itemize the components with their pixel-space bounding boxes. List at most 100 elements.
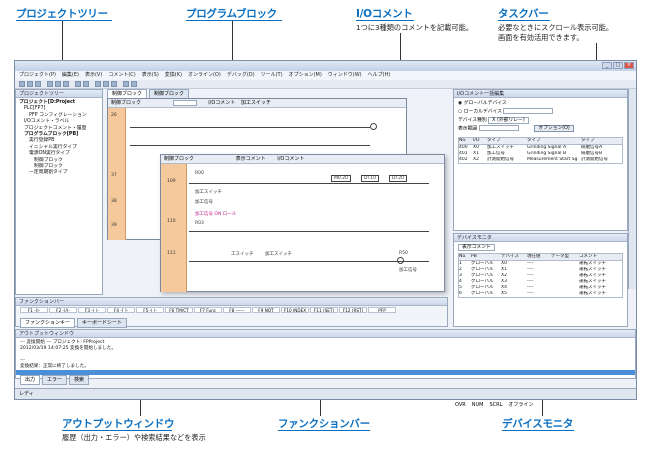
table-row[interactable]: 402 X2 計測開始信号 Measurement Start Sg 計測開始信… bbox=[459, 157, 622, 163]
open-icon[interactable] bbox=[27, 81, 33, 87]
callout-function-bar: ファンクションバー bbox=[278, 418, 370, 430]
redo-icon[interactable] bbox=[83, 81, 89, 87]
menu-edit[interactable]: 編集(E) bbox=[62, 71, 79, 80]
function-key-f5[interactable]: F5 -| |- bbox=[136, 307, 164, 313]
ladder-back-io-value[interactable]: 加工スイッチ bbox=[241, 100, 271, 106]
function-key-pfp[interactable]: PFP bbox=[368, 307, 396, 313]
project-tree-header: プロジェクトツリー bbox=[16, 90, 102, 98]
tab-search[interactable]: 検索 bbox=[69, 375, 90, 385]
io-cell[interactable]: Measurement Start Sg bbox=[527, 157, 581, 163]
monitor-icon[interactable] bbox=[111, 81, 117, 87]
radio-local-icon[interactable]: ○ bbox=[458, 110, 462, 115]
side-taskbar[interactable] bbox=[628, 89, 636, 289]
ladder-back-coil-1[interactable] bbox=[370, 123, 377, 130]
ladder-front-coil[interactable] bbox=[397, 257, 404, 264]
function-key-f8[interactable]: F8 ------ bbox=[223, 307, 251, 313]
minimize-button[interactable]: _ bbox=[602, 62, 612, 69]
magenta-comment: 加工信号 ON ロール bbox=[195, 212, 237, 217]
menu-view[interactable]: 表示(V) bbox=[85, 71, 102, 80]
function-key-f4[interactable]: F4 -[ ]- bbox=[107, 307, 135, 313]
radio-global-icon[interactable]: ◉ bbox=[458, 101, 462, 106]
status-ovr: OVR bbox=[455, 402, 466, 408]
ladder-front-line-1 bbox=[189, 183, 429, 184]
output-window-header: アウトプットウィンドウ bbox=[16, 330, 635, 338]
option-button[interactable]: オプション(O) bbox=[534, 125, 574, 132]
device-comment-select[interactable]: 表示コメント bbox=[458, 244, 495, 251]
function-key-f12[interactable]: F12 (RST) bbox=[339, 307, 367, 313]
zoom-icon[interactable] bbox=[131, 81, 137, 87]
function-key-grid: F1 -||- F2 -|/|- F3 -( )- F4 -[ ]- F5 -|… bbox=[20, 307, 396, 313]
ladder-front-comment-select[interactable]: 表示コメント bbox=[236, 156, 266, 162]
local-device-select[interactable] bbox=[503, 108, 554, 114]
function-key-f11[interactable]: F11 (SET) bbox=[310, 307, 338, 313]
search-icon[interactable] bbox=[123, 81, 129, 87]
save-icon[interactable] bbox=[35, 81, 41, 87]
undo-icon[interactable] bbox=[75, 81, 81, 87]
dev-cell: グローバル bbox=[471, 291, 494, 296]
compile-icon[interactable] bbox=[95, 81, 101, 87]
contact-switch-2[interactable]: 工スイッチ bbox=[231, 251, 254, 257]
box-dt20[interactable]: DT20 bbox=[389, 175, 407, 182]
cut-icon[interactable] bbox=[47, 81, 53, 87]
maximize-button[interactable]: □ bbox=[613, 62, 623, 69]
contact-r00[interactable]: R00 bbox=[195, 171, 204, 176]
menu-options[interactable]: オプション(M) bbox=[289, 71, 322, 80]
display-range-select[interactable] bbox=[478, 124, 519, 131]
table-row[interactable]: 6 グローバル X5 ---- 運転スイッチ bbox=[459, 291, 622, 297]
box-dt10[interactable]: DT10 bbox=[361, 175, 379, 182]
contact-process-switch[interactable]: 加工スイッチ bbox=[195, 189, 222, 195]
output-window: アウトプットウィンドウ --- 変換開始 --- プロジェクト: FPProje… bbox=[15, 329, 636, 385]
menu-display[interactable]: 表示(S) bbox=[142, 71, 159, 80]
output-selection-band bbox=[16, 370, 635, 375]
tab-function-keys[interactable]: ファンクションキー bbox=[20, 318, 76, 328]
device-type-select[interactable]: X (外部リレー) bbox=[488, 116, 529, 124]
callout-output-window: アウトプットウィンドウ bbox=[62, 418, 175, 430]
tree-item-periodic[interactable]: 一定周期割タイプ bbox=[19, 170, 99, 176]
box-m020[interactable]: M0.20 bbox=[331, 175, 351, 182]
dev-cell[interactable]: X5 bbox=[501, 291, 527, 297]
rung-number-37: 37 bbox=[111, 173, 117, 178]
output-process-signal[interactable]: 加工信号 bbox=[399, 267, 417, 273]
function-key-f3[interactable]: F3 -( )- bbox=[78, 307, 106, 313]
tab-output[interactable]: 出力 bbox=[20, 375, 41, 385]
output-log: --- 変換開始 --- プロジェクト: FPProject 2012/03/1… bbox=[16, 338, 635, 372]
menu-debug[interactable]: デバッグ(D) bbox=[227, 71, 255, 80]
menu-project[interactable]: プロジェクト(P) bbox=[19, 71, 56, 80]
menu-window[interactable]: ウィンドウ(W) bbox=[328, 71, 362, 80]
function-key-f1[interactable]: F1 -||- bbox=[20, 307, 48, 313]
menu-online[interactable]: オンライン(O) bbox=[188, 71, 221, 80]
contact-switch-3[interactable]: 加工スイッチ bbox=[265, 251, 292, 257]
menu-comment[interactable]: コメント(C) bbox=[108, 71, 135, 80]
contact-r50[interactable]: R50 bbox=[399, 251, 408, 256]
app-window: _ □ × プロジェクト(P) 編集(E) 表示(V) コメント(C) 表示(S… bbox=[14, 60, 637, 408]
io-cell[interactable]: 計測開始信号 bbox=[581, 157, 621, 163]
paste-icon[interactable] bbox=[63, 81, 69, 87]
function-key-f7[interactable]: F7 Func bbox=[194, 307, 222, 313]
menu-convert[interactable]: 変換(K) bbox=[165, 71, 182, 80]
function-key-f10[interactable]: F10 INDEX bbox=[281, 307, 309, 313]
device-table: No. PB デバイス 現在値 データ型 コメント 1 グローバル X0 ---… bbox=[458, 253, 623, 298]
app-titlebar: _ □ × bbox=[15, 61, 636, 71]
new-icon[interactable] bbox=[19, 81, 25, 87]
device-table-header: No. PB デバイス 現在値 データ型 コメント bbox=[459, 254, 622, 261]
ladder-editor-front: 制御ブロック 表示コメント I/Oコメント 109 110 111 R00 加工… bbox=[160, 154, 445, 292]
contact-r03[interactable]: R03 bbox=[195, 221, 204, 226]
function-key-f9[interactable]: F9 NOT bbox=[252, 307, 280, 313]
io-cell[interactable]: 計測開始信号 bbox=[487, 157, 527, 163]
online-icon[interactable] bbox=[103, 81, 109, 87]
function-key-f2[interactable]: F2 -|/|- bbox=[49, 307, 77, 313]
function-key-f6[interactable]: F6 TM/CT bbox=[165, 307, 193, 313]
contact-process-signal[interactable]: 加工信号 bbox=[195, 199, 213, 205]
status-num: NUM bbox=[471, 402, 484, 408]
tab-keyboard-sheet[interactable]: キーボードシート bbox=[77, 318, 128, 328]
menu-tools[interactable]: ツール(T) bbox=[261, 71, 283, 80]
tab-error[interactable]: エラー bbox=[42, 375, 68, 385]
menu-help[interactable]: ヘルプ(H) bbox=[368, 71, 391, 80]
close-button[interactable]: × bbox=[624, 62, 634, 69]
dev-col-pb: PB bbox=[471, 254, 477, 259]
device-type-label: デバイス種別 bbox=[458, 117, 487, 123]
callout-io-comment-desc: 1つに3種類のコメントを記載可能。 bbox=[356, 23, 473, 32]
copy-icon[interactable] bbox=[55, 81, 61, 87]
dev-cell: ---- bbox=[527, 291, 534, 296]
ladder-back-comment-select[interactable] bbox=[172, 99, 197, 106]
